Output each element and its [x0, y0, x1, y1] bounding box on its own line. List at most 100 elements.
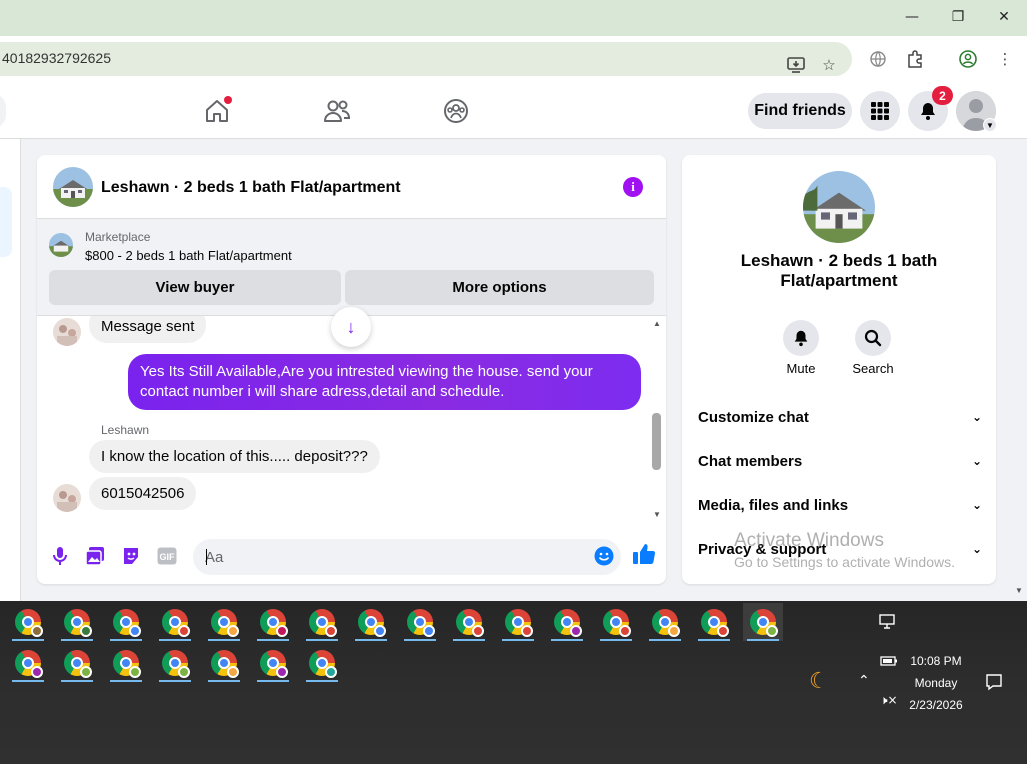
clock-day[interactable]: Monday [900, 676, 972, 690]
chat-members-row[interactable]: Chat members ⌄ [698, 443, 982, 479]
sender-avatar[interactable] [53, 318, 81, 346]
close-window-button[interactable]: ✕ [984, 4, 1024, 30]
marketplace-label: Marketplace [85, 230, 151, 244]
restore-button[interactable]: ❐ [938, 4, 978, 30]
menu-grid-icon[interactable] [860, 91, 900, 131]
chrome-taskbar-window[interactable] [106, 644, 146, 682]
volume-muted-icon[interactable]: 🕨× [880, 693, 898, 708]
chrome-taskbar-window[interactable] [57, 644, 97, 682]
selected-conversation-highlight[interactable] [0, 187, 12, 257]
browser-menu-icon[interactable]: ⋮ [995, 49, 1015, 69]
chrome-taskbar-window[interactable] [253, 603, 293, 641]
scroll-up-arrow[interactable]: ▲ [651, 319, 663, 328]
text-caret [206, 549, 207, 565]
bookmark-star-icon[interactable]: ☆ [819, 55, 839, 75]
left-sidebar [0, 139, 21, 601]
listing-profile-photo[interactable] [803, 171, 875, 243]
friends-icon[interactable] [320, 94, 354, 128]
chrome-taskbar-window[interactable] [204, 644, 244, 682]
chrome-taskbar-window[interactable] [596, 603, 636, 641]
scroll-down-arrow[interactable]: ▼ [651, 510, 663, 519]
more-options-button[interactable]: More options [345, 270, 654, 305]
view-buyer-button[interactable]: View buyer [49, 270, 341, 305]
message-scrollbar-thumb[interactable] [652, 413, 661, 470]
url-text: 40182932792625 [2, 50, 112, 66]
profile-badge-icon [619, 625, 631, 637]
media-files-links-row[interactable]: Media, files and links ⌄ [698, 487, 982, 523]
groups-icon[interactable] [439, 94, 473, 128]
chevron-down-icon[interactable]: ▼ [983, 118, 997, 132]
chrome-taskbar-window[interactable] [155, 603, 195, 641]
incoming-message[interactable]: 6015042506 [89, 477, 197, 510]
profile-badge-icon [717, 625, 729, 637]
chrome-taskbar-window[interactable] [57, 603, 97, 641]
clock-date[interactable]: 2/23/2026 [900, 698, 972, 712]
incoming-message[interactable]: I know the location of this..... deposit… [89, 440, 380, 473]
extensions-icon[interactable] [905, 49, 925, 69]
search-box-stub[interactable] [0, 94, 6, 128]
outgoing-message[interactable]: Yes Its Still Available,Are you intreste… [128, 354, 641, 410]
customize-chat-row[interactable]: Customize chat ⌄ [698, 399, 982, 435]
chrome-taskbar-window[interactable] [253, 644, 293, 682]
chrome-taskbar-window[interactable] [400, 603, 440, 641]
chrome-taskbar-window[interactable] [645, 603, 685, 641]
scroll-to-bottom-button[interactable]: ↓ [331, 307, 371, 347]
running-indicator [208, 639, 240, 641]
incoming-message[interactable]: Message sent [89, 316, 207, 343]
globe-icon[interactable] [868, 49, 888, 69]
chrome-taskbar-window[interactable] [155, 644, 195, 682]
chrome-taskbar-window[interactable] [8, 644, 48, 682]
sticker-icon[interactable] [120, 545, 142, 567]
running-indicator [12, 639, 44, 641]
notification-center-icon[interactable] [985, 673, 1003, 695]
photo-icon[interactable] [84, 545, 106, 567]
clock-time[interactable]: 10:08 PM [900, 654, 972, 668]
find-friends-button[interactable]: Find friends [748, 93, 852, 129]
chrome-taskbar-window[interactable] [449, 603, 489, 641]
emoji-icon[interactable] [593, 545, 615, 567]
night-light-moon-icon[interactable]: ☾ [809, 669, 829, 694]
chrome-taskbar-window[interactable] [302, 644, 342, 682]
chrome-taskbar-window[interactable] [498, 603, 538, 641]
running-indicator [453, 639, 485, 641]
profile-icon[interactable] [958, 49, 978, 69]
listing-thumbnail[interactable] [53, 167, 93, 207]
chrome-taskbar-window[interactable] [743, 603, 783, 641]
battery-icon[interactable] [880, 655, 898, 671]
mute-button[interactable] [783, 320, 819, 356]
chat-title[interactable]: Leshawn · 2 beds 1 bath Flat/apartment [101, 179, 401, 197]
search-button[interactable] [855, 320, 891, 356]
media-files-links-label: Media, files and links [698, 496, 849, 514]
mute-label: Mute [786, 361, 816, 376]
profile-badge-icon [31, 666, 43, 678]
running-indicator [208, 680, 240, 682]
like-thumb-icon[interactable] [632, 542, 656, 566]
running-indicator [159, 680, 191, 682]
sender-avatar[interactable] [53, 484, 81, 512]
running-indicator [257, 680, 289, 682]
page-scroll-down-arrow[interactable]: ▼ [1015, 586, 1023, 595]
microphone-icon[interactable] [49, 545, 71, 567]
network-icon[interactable] [879, 614, 897, 634]
profile-badge-icon [668, 625, 680, 637]
chrome-taskbar-window[interactable] [302, 603, 342, 641]
url-field[interactable]: 40182932792625 ☆ [0, 42, 852, 76]
listing-price: $800 - 2 beds 1 bath Flat/apartment [85, 248, 292, 263]
chrome-taskbar-window[interactable] [547, 603, 587, 641]
minimize-button[interactable]: — [892, 4, 932, 30]
home-icon[interactable] [200, 94, 234, 128]
profile-badge-icon [178, 666, 190, 678]
show-hidden-icons-chevron-icon[interactable]: ⌃ [858, 673, 870, 689]
gif-icon[interactable]: GIF [156, 545, 178, 567]
message-input[interactable] [193, 539, 621, 575]
chrome-taskbar-window[interactable] [351, 603, 391, 641]
chrome-taskbar-window[interactable] [106, 603, 146, 641]
chrome-taskbar-window[interactable] [204, 603, 244, 641]
chat-header: Leshawn · 2 beds 1 bath Flat/apartment i [37, 155, 666, 219]
chrome-taskbar-window[interactable] [8, 603, 48, 641]
profile-badge-icon [766, 625, 778, 637]
chrome-taskbar-window[interactable] [694, 603, 734, 641]
info-icon[interactable]: i [623, 177, 643, 197]
running-indicator [110, 639, 142, 641]
install-app-icon[interactable] [786, 55, 806, 75]
